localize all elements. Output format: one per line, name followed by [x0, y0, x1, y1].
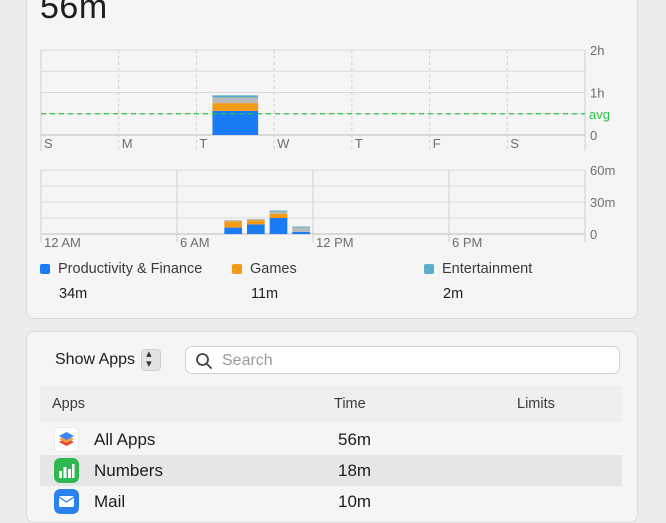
y-tick-label: 30m [590, 195, 615, 210]
app-name: Mail [94, 492, 126, 511]
bar-segment[interactable] [212, 110, 259, 135]
x-tick-label: W [277, 136, 290, 151]
search-field[interactable] [185, 346, 620, 374]
legend-value: 11m [251, 286, 279, 302]
column-limits[interactable]: Limits [517, 396, 555, 412]
x-tick-label: 6 AM [180, 235, 210, 250]
x-tick-label: F [433, 136, 441, 151]
legend-value: 2m [443, 286, 464, 302]
bar-segment[interactable] [269, 218, 288, 234]
games-swatch [232, 264, 242, 274]
numbers-icon [54, 458, 79, 483]
bar-segment[interactable] [292, 227, 310, 232]
y-tick-label: 0 [590, 128, 597, 143]
y-tick-label: 2h [590, 43, 604, 58]
show-apps-popup[interactable]: Show Apps [55, 347, 162, 371]
legend-games: Games [232, 261, 297, 277]
app-time: 18m [338, 461, 372, 480]
weekly-usage-chart[interactable]: 0 1h 2h S M T W T F Savg [0, 0, 666, 160]
x-tick-label: T [355, 136, 363, 151]
bar-segment[interactable] [224, 220, 242, 222]
legend-label: Productivity & Finance [58, 261, 203, 277]
table-row[interactable]: All Apps 56m [40, 424, 622, 455]
layers-icon [54, 427, 79, 452]
apps-table-header: Apps Time Limits [40, 386, 622, 422]
legend-productivity: Productivity & Finance [40, 261, 202, 277]
mail-icon [54, 489, 79, 514]
x-tick-label: S [44, 136, 53, 151]
x-tick-label: 12 AM [44, 235, 81, 250]
bar-segment[interactable] [212, 97, 259, 104]
x-tick-label: 6 PM [452, 235, 482, 250]
column-time[interactable]: Time [334, 396, 366, 412]
bar-segment[interactable] [269, 210, 288, 212]
bar-segment[interactable] [247, 219, 265, 221]
app-name: All Apps [94, 430, 156, 449]
search-icon [196, 353, 212, 369]
legend-entertainment: Entertainment [424, 261, 532, 277]
bar-segment[interactable] [224, 221, 242, 228]
x-tick-label: 12 PM [316, 235, 354, 250]
bar-segment[interactable] [292, 231, 310, 234]
x-tick-label: S [510, 136, 519, 151]
average-label: avg [589, 107, 610, 122]
bar-segment[interactable] [212, 103, 259, 111]
bar-segment[interactable] [269, 211, 288, 214]
legend-value: 34m [59, 286, 88, 302]
entertainment-swatch [424, 264, 434, 274]
table-row[interactable]: Numbers 18m [40, 455, 622, 486]
bar-segment[interactable] [247, 224, 265, 234]
app-time: 10m [338, 492, 372, 511]
table-row[interactable]: Mail 10m [40, 486, 622, 517]
legend-label: Games [250, 261, 297, 277]
y-tick-label: 0 [590, 227, 597, 242]
bar-segment[interactable] [212, 95, 259, 98]
legend-label: Entertainment [442, 261, 533, 277]
bar-segment[interactable] [247, 220, 265, 225]
bar-segment[interactable] [269, 213, 288, 218]
search-input[interactable] [220, 350, 614, 372]
bar-segment[interactable] [292, 226, 310, 228]
app-name: Numbers [94, 461, 163, 480]
x-tick-label: T [199, 136, 207, 151]
chevron-up-down-icon [141, 347, 162, 371]
app-time: 56m [338, 430, 372, 449]
x-tick-label: M [122, 136, 133, 151]
column-apps[interactable]: Apps [52, 396, 85, 412]
productivity-swatch [40, 264, 50, 274]
hourly-usage-chart[interactable]: 0 30m 60m 12 AM 6 AM 12 PM 6 PM [0, 160, 666, 255]
bar-segment[interactable] [224, 227, 242, 234]
y-tick-label: 1h [590, 86, 604, 101]
y-tick-label: 60m [590, 163, 615, 178]
show-apps-label: Show Apps [55, 351, 136, 368]
